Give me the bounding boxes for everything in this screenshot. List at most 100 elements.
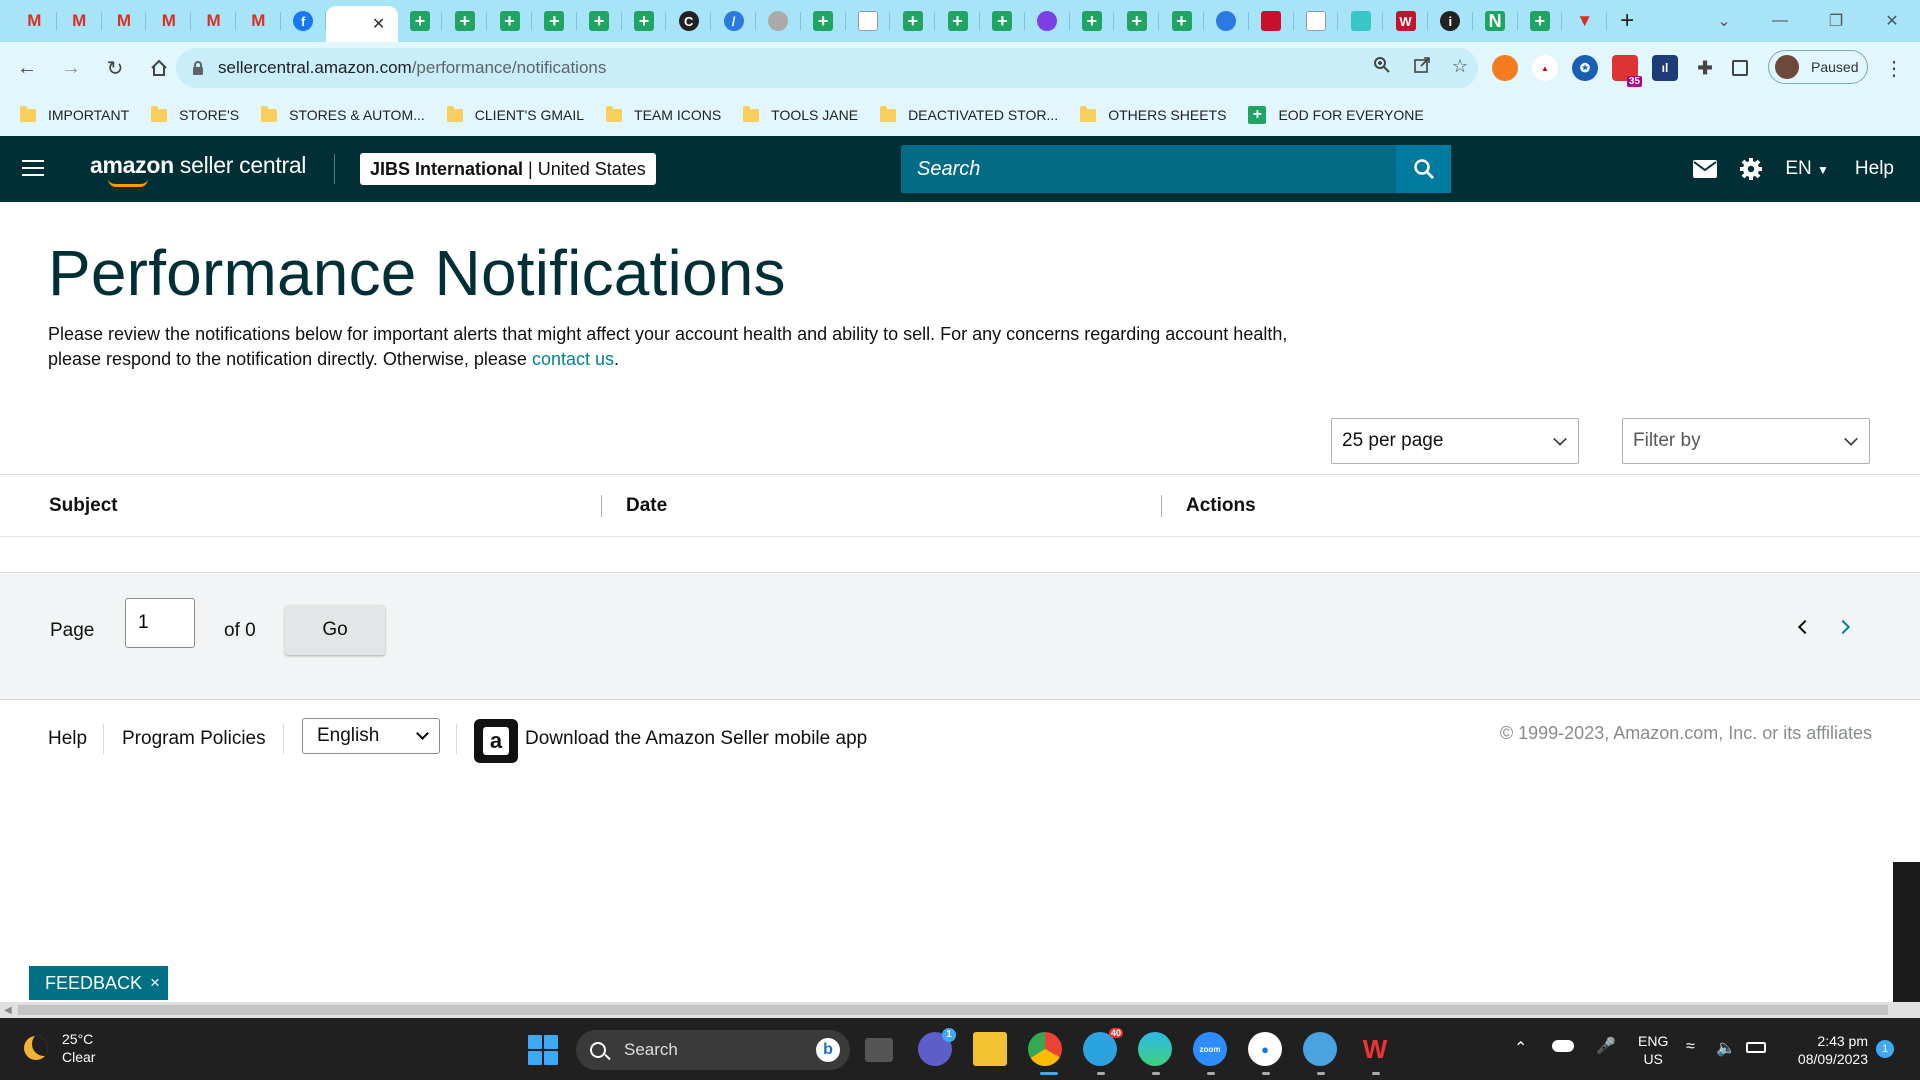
tab[interactable]: + xyxy=(1070,0,1115,42)
tab[interactable]: + xyxy=(442,0,487,42)
tab[interactable] xyxy=(1338,0,1383,42)
lock-icon[interactable] xyxy=(192,61,204,75)
bookmark-item[interactable]: OTHERS SHEETS xyxy=(1080,105,1226,123)
tab[interactable] xyxy=(1294,0,1339,42)
tab[interactable]: f xyxy=(281,0,326,42)
tab[interactable] xyxy=(756,0,801,42)
go-button[interactable]: Go xyxy=(285,605,385,655)
tab[interactable]: + xyxy=(1518,0,1563,42)
hamburger-menu-icon[interactable] xyxy=(22,160,44,178)
tab[interactable]: + xyxy=(622,0,667,42)
tab[interactable]: M xyxy=(102,0,147,42)
feedback-button[interactable]: FEEDBACK × xyxy=(29,966,168,1000)
tab[interactable]: + xyxy=(532,0,577,42)
header-search-button[interactable] xyxy=(1396,145,1451,193)
extension-blue-icon[interactable]: ✪ xyxy=(1572,55,1598,81)
volume-icon[interactable]: 🔈 xyxy=(1716,1038,1736,1058)
extensions-puzzle-icon[interactable]: ✚ xyxy=(1692,55,1718,81)
tab-search-icon[interactable]: ⌄ xyxy=(1696,11,1752,31)
filter-by-dropdown[interactable]: Filter by xyxy=(1622,418,1870,464)
reload-button[interactable]: ↻ xyxy=(94,47,136,89)
tab[interactable]: + xyxy=(487,0,532,42)
tab[interactable]: W xyxy=(1383,0,1428,42)
extension-keepa-icon[interactable]: ▲ xyxy=(1532,55,1558,81)
program-policies-link[interactable]: Program Policies xyxy=(122,728,266,750)
seller-central-logo[interactable]: amazon seller central xyxy=(90,152,306,187)
input-language-indicator[interactable]: ENG US xyxy=(1638,1032,1668,1068)
browser-globe-icon[interactable] xyxy=(1303,1032,1337,1066)
footer-language-select[interactable]: English xyxy=(302,718,440,754)
column-date[interactable]: Date xyxy=(626,495,667,517)
microphone-icon[interactable]: 🎤 xyxy=(1596,1036,1616,1056)
bookmark-item[interactable]: TOOLS JANE xyxy=(743,105,858,123)
extension-chart-icon[interactable]: ıl xyxy=(1652,55,1678,81)
bookmark-item[interactable]: STORES & AUTOM... xyxy=(261,105,425,123)
contact-us-link[interactable]: contact us xyxy=(532,349,614,369)
windows-start-icon[interactable] xyxy=(528,1035,558,1065)
maps-icon[interactable]: ● xyxy=(1248,1032,1282,1066)
next-page-icon[interactable] xyxy=(1835,619,1851,635)
onedrive-icon[interactable] xyxy=(1552,1040,1574,1052)
task-view-icon[interactable] xyxy=(865,1038,893,1062)
download-app-link[interactable]: Download the Amazon Seller mobile app xyxy=(525,728,867,750)
taskbar-search[interactable]: Search b xyxy=(576,1030,850,1070)
tab[interactable] xyxy=(1025,0,1070,42)
per-page-dropdown[interactable]: 25 per page xyxy=(1331,418,1579,464)
profile-button[interactable]: Paused xyxy=(1768,50,1868,84)
file-explorer-icon[interactable] xyxy=(973,1032,1007,1066)
back-button[interactable]: ← xyxy=(6,47,48,89)
scroll-left-icon[interactable]: ◀ xyxy=(4,1005,12,1016)
tab[interactable]: M xyxy=(12,0,57,42)
bookmark-item[interactable]: CLIENT'S GMAIL xyxy=(446,105,584,123)
tab[interactable] xyxy=(846,0,891,42)
minimize-button[interactable]: — xyxy=(1752,12,1808,30)
forward-button[interactable]: → xyxy=(50,47,92,89)
extension-orange-icon[interactable] xyxy=(1492,55,1518,81)
restore-button[interactable]: ❐ xyxy=(1808,11,1864,31)
tab[interactable]: M xyxy=(191,0,236,42)
side-panel-icon[interactable] xyxy=(1732,60,1748,76)
scrollbar-thumb[interactable] xyxy=(18,1005,1888,1015)
share-icon[interactable] xyxy=(1410,56,1434,80)
footer-help-link[interactable]: Help xyxy=(48,728,87,750)
side-widget[interactable] xyxy=(1893,862,1920,1022)
weather-widget[interactable]: 25°C Clear xyxy=(24,1030,95,1066)
telegram-icon[interactable]: 40 xyxy=(1083,1028,1123,1066)
bookmark-item[interactable]: IMPORTANT xyxy=(20,105,129,123)
header-help-link[interactable]: Help xyxy=(1855,158,1894,180)
bookmark-item[interactable]: TEAM ICONS xyxy=(606,105,721,123)
zoom-icon[interactable]: zoom xyxy=(1193,1032,1227,1066)
url-text[interactable]: sellercentral.amazon.com/performance/not… xyxy=(218,58,606,78)
teams-icon[interactable]: 1 xyxy=(918,1028,956,1066)
tab[interactable]: + xyxy=(398,0,443,42)
tab[interactable]: N xyxy=(1473,0,1518,42)
store-switcher[interactable]: JIBS International | United States xyxy=(360,153,656,185)
horizontal-scrollbar[interactable]: ◀ xyxy=(0,1002,1920,1018)
tab[interactable]: + xyxy=(1159,0,1204,42)
extension-badge-icon[interactable]: 35 xyxy=(1612,55,1642,87)
wifi-icon[interactable]: ≈ xyxy=(1686,1038,1695,1056)
tab[interactable] xyxy=(1249,0,1294,42)
tab[interactable]: M xyxy=(236,0,281,42)
home-button[interactable] xyxy=(138,47,180,89)
tab[interactable]: / xyxy=(711,0,756,42)
new-tab-button[interactable]: + xyxy=(1607,0,1647,42)
page-number-input[interactable] xyxy=(125,598,195,648)
edge-icon[interactable] xyxy=(1138,1032,1172,1066)
battery-icon[interactable] xyxy=(1746,1042,1766,1053)
tab[interactable]: C xyxy=(666,0,711,42)
zoom-icon[interactable] xyxy=(1370,56,1394,80)
tab[interactable]: M xyxy=(146,0,191,42)
notification-badge[interactable]: 1 xyxy=(1876,1040,1894,1058)
address-bar[interactable]: sellercentral.amazon.com/performance/not… xyxy=(176,48,1478,88)
column-subject[interactable]: Subject xyxy=(49,495,118,517)
wps-office-icon[interactable]: W xyxy=(1358,1032,1392,1066)
tab[interactable] xyxy=(1204,0,1249,42)
chrome-icon[interactable] xyxy=(1028,1032,1062,1066)
bookmark-item[interactable]: DEACTIVATED STOR... xyxy=(880,105,1058,123)
bing-icon[interactable]: b xyxy=(816,1038,840,1062)
language-selector[interactable]: EN ▼ xyxy=(1785,158,1829,180)
tab[interactable]: + xyxy=(890,0,935,42)
close-window-button[interactable]: ✕ xyxy=(1864,11,1920,31)
feedback-close-icon[interactable]: × xyxy=(150,973,160,993)
